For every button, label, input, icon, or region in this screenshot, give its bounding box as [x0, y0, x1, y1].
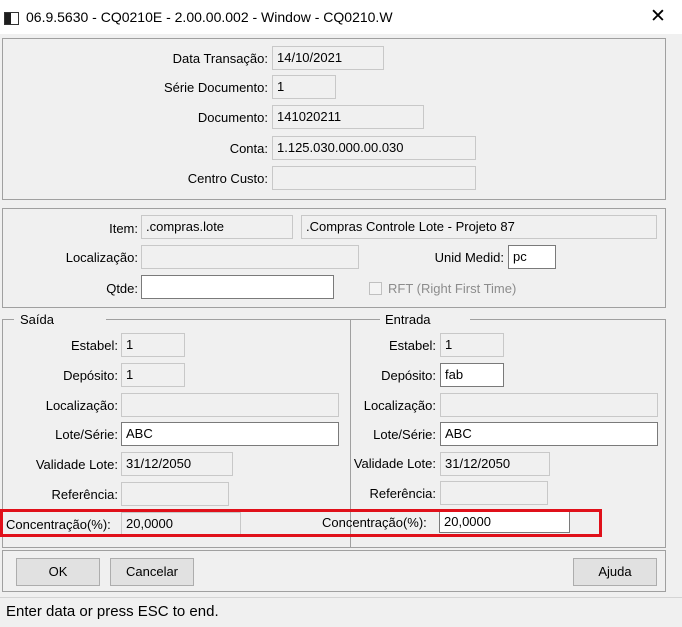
data-transacao-label: Data Transação:: [172, 51, 268, 66]
entrada-deposito-label: Depósito:: [381, 368, 436, 383]
conta-label: Conta:: [229, 141, 268, 156]
qtde-label: Qtde:: [106, 281, 138, 296]
help-button[interactable]: Ajuda: [573, 558, 657, 586]
saida-deposito-field[interactable]: 1: [121, 363, 185, 387]
saida-referencia-label: Referência:: [51, 487, 118, 502]
status-bar: Enter data or press ESC to end.: [0, 597, 682, 627]
entrada-localizacao-field[interactable]: [440, 393, 658, 417]
button-panel: [2, 550, 666, 592]
ok-button[interactable]: OK: [16, 558, 100, 586]
saida-lote-serie-field[interactable]: ABC: [121, 422, 339, 446]
entrada-lote-serie-label: Lote/Série:: [373, 427, 436, 442]
entrada-localizacao-label: Localização:: [363, 398, 436, 413]
entrada-estabel-field[interactable]: 1: [440, 333, 504, 357]
data-transacao-field[interactable]: 14/10/2021: [272, 46, 384, 70]
title-bar: 06.9.5630 - CQ0210E - 2.00.00.002 - Wind…: [0, 0, 682, 34]
saida-frame-left: [2, 319, 14, 320]
unid-medid-field[interactable]: pc: [508, 245, 556, 269]
item-code-field[interactable]: .compras.lote: [141, 215, 293, 239]
status-text: Enter data or press ESC to end.: [6, 603, 219, 620]
cancel-button[interactable]: Cancelar: [110, 558, 194, 586]
centro-custo-label: Centro Custo:: [187, 171, 268, 186]
saida-validade-lote-label: Validade Lote:: [35, 457, 118, 472]
entrada-referencia-label: Referência:: [369, 486, 436, 501]
highlight-box: [0, 509, 602, 537]
saida-localizacao-field[interactable]: [121, 393, 339, 417]
documento-label: Documento:: [197, 110, 268, 125]
entrada-validade-lote-field[interactable]: 31/12/2050: [440, 452, 550, 476]
conta-field[interactable]: 1.125.030.000.00.030: [272, 136, 476, 160]
item-localizacao-field[interactable]: [141, 245, 359, 269]
app-window-icon: [4, 12, 19, 25]
entrada-estabel-label: Estabel:: [389, 338, 436, 353]
window-title: 06.9.5630 - CQ0210E - 2.00.00.002 - Wind…: [26, 9, 393, 25]
entrada-title: Entrada: [385, 312, 431, 327]
documento-field[interactable]: 141020211: [272, 105, 424, 129]
centro-custo-field[interactable]: [272, 166, 476, 190]
saida-estabel-label: Estabel:: [71, 338, 118, 353]
serie-documento-label: Série Documento:: [163, 80, 268, 95]
item-description-field: .Compras Controle Lote - Projeto 87: [301, 215, 657, 239]
entrada-referencia-field[interactable]: [440, 481, 548, 505]
groups-bottom-line: [2, 547, 666, 548]
saida-deposito-label: Depósito:: [63, 368, 118, 383]
entrada-deposito-field[interactable]: fab: [440, 363, 504, 387]
rft-checkbox[interactable]: [369, 282, 382, 295]
rft-label: RFT (Right First Time): [388, 281, 517, 296]
entrada-lote-serie-field[interactable]: ABC: [440, 422, 658, 446]
saida-referencia-field[interactable]: [121, 482, 229, 506]
saida-estabel-field[interactable]: 1: [121, 333, 185, 357]
entrada-frame-side: [665, 319, 666, 547]
entrada-frame-top: [470, 319, 666, 320]
close-icon[interactable]: ✕: [648, 6, 668, 28]
saida-title: Saída: [20, 312, 54, 327]
saida-lote-serie-label: Lote/Série:: [55, 427, 118, 442]
entrada-validade-lote-label: Validade Lote:: [353, 456, 436, 471]
serie-documento-field[interactable]: 1: [272, 75, 336, 99]
item-label: Item:: [109, 221, 138, 236]
entrada-frame-left: [350, 319, 380, 320]
saida-localizacao-label: Localização:: [45, 398, 118, 413]
saida-frame-top: [106, 319, 350, 320]
unid-medid-label: Unid Medid:: [434, 250, 504, 265]
qtde-field[interactable]: [141, 275, 334, 299]
item-localizacao-label: Localização:: [65, 250, 138, 265]
saida-validade-lote-field[interactable]: 31/12/2050: [121, 452, 233, 476]
